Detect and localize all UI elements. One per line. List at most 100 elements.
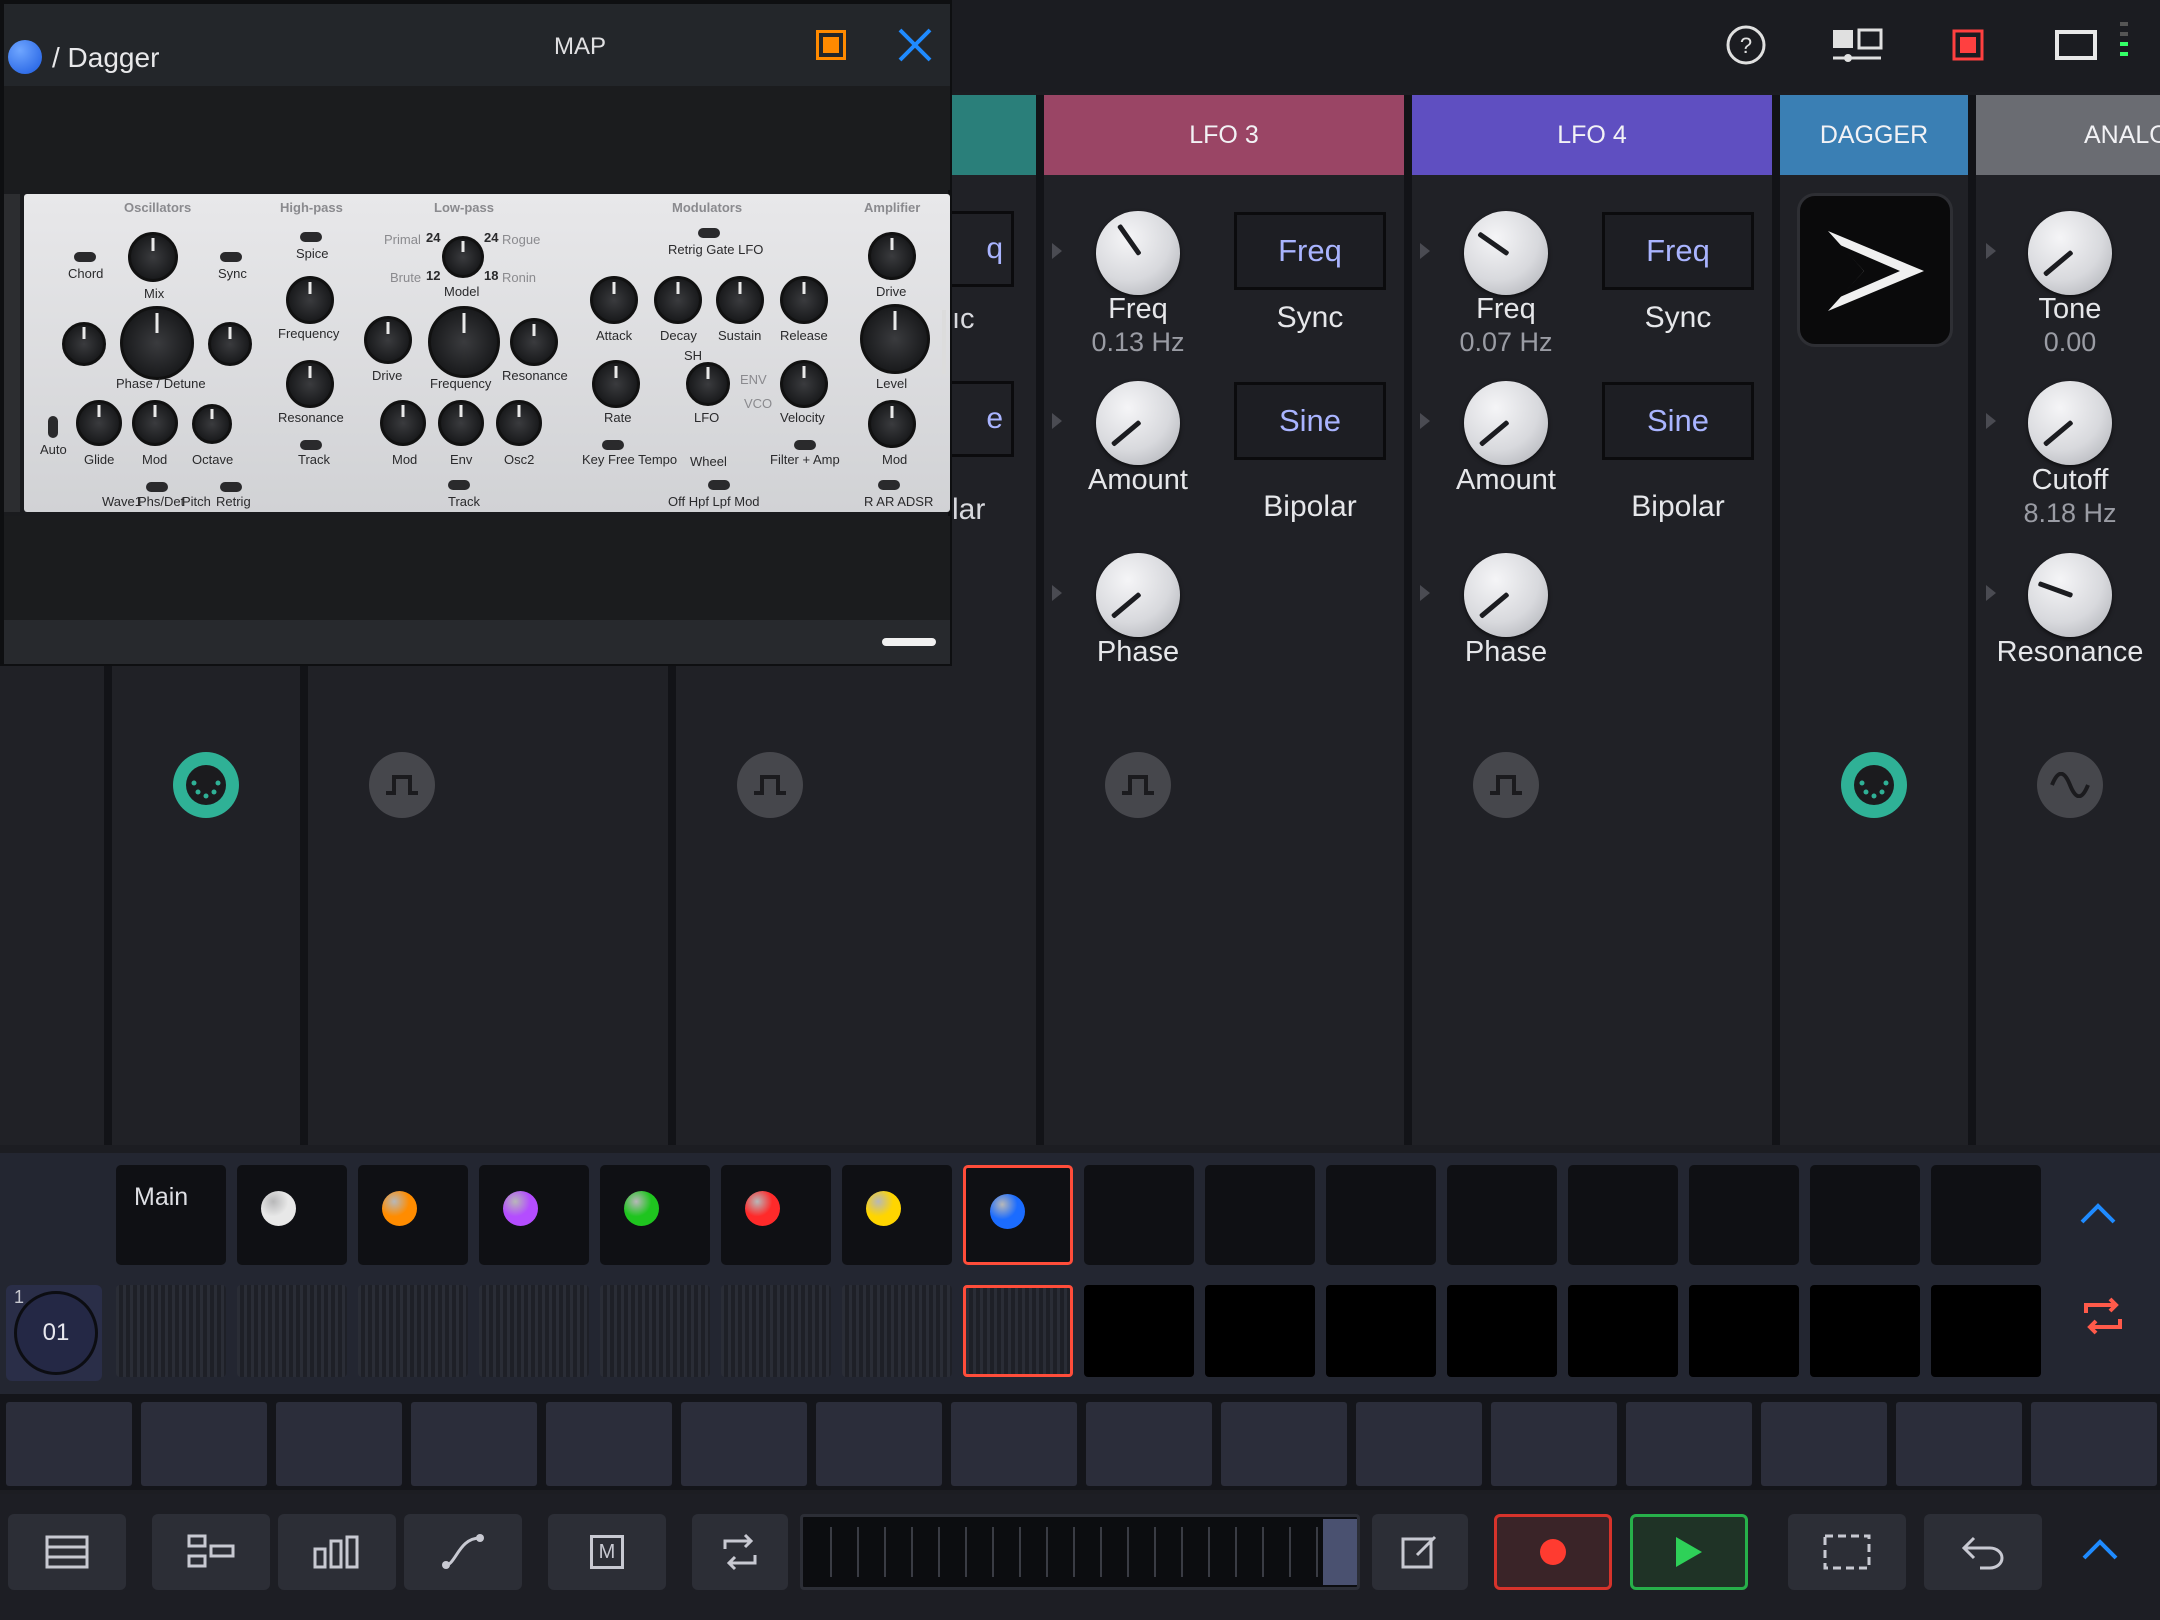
expand-arrow-icon[interactable] <box>1052 413 1062 429</box>
track-slot[interactable] <box>721 1165 831 1265</box>
keyboard-key[interactable] <box>1221 1402 1347 1486</box>
playhead-marker[interactable] <box>1323 1519 1357 1585</box>
curve-icon[interactable] <box>404 1514 522 1590</box>
expand-arrow-icon[interactable] <box>1986 243 1996 259</box>
pattern-slot[interactable] <box>358 1285 468 1377</box>
pattern-slot[interactable] <box>721 1285 831 1377</box>
lfo4-phase-knob[interactable] <box>1464 553 1548 637</box>
sync-switch[interactable] <box>220 252 242 262</box>
filter-amp-switch[interactable] <box>794 440 816 450</box>
pattern-slot[interactable] <box>1084 1285 1194 1377</box>
retrig-switch[interactable] <box>220 482 242 492</box>
list-icon[interactable] <box>8 1514 126 1590</box>
undo-icon[interactable] <box>1924 1514 2042 1590</box>
keyboard-key[interactable] <box>1896 1402 2022 1486</box>
square-wave-icon[interactable] <box>737 752 803 818</box>
loop-icon[interactable] <box>2080 1295 2126 1342</box>
lfo3-phase-knob[interactable] <box>1096 553 1180 637</box>
close-icon[interactable] <box>896 26 934 69</box>
keyboard-key[interactable] <box>1761 1402 1887 1486</box>
keyboard-key[interactable] <box>276 1402 402 1486</box>
track-slot[interactable] <box>600 1165 710 1265</box>
rate-knob[interactable] <box>592 360 640 408</box>
pattern-slot[interactable] <box>479 1285 589 1377</box>
track-slot[interactable] <box>479 1165 589 1265</box>
track-slot[interactable] <box>1689 1165 1799 1265</box>
pattern-slot[interactable] <box>1447 1285 1557 1377</box>
retrig-gate-lfo-switch[interactable] <box>698 228 720 238</box>
lp-osc2-knob[interactable] <box>496 400 542 446</box>
pattern-slot[interactable] <box>1810 1285 1920 1377</box>
amp-drive-knob[interactable] <box>868 232 916 280</box>
envelope-mode-switch[interactable] <box>878 480 900 490</box>
keyboard-key[interactable] <box>411 1402 537 1486</box>
mixer-icon[interactable] <box>152 1514 270 1590</box>
osc-mod-knob[interactable] <box>132 400 178 446</box>
stop-record-icon[interactable] <box>1936 20 2000 70</box>
lfo3-freq-knob[interactable] <box>1096 211 1180 295</box>
track-slot[interactable] <box>1447 1165 1557 1265</box>
lp-resonance-knob[interactable] <box>510 318 558 366</box>
attack-knob[interactable] <box>590 276 638 324</box>
expand-arrow-icon[interactable] <box>1986 413 1996 429</box>
track-slot[interactable] <box>963 1165 1073 1265</box>
lfo4-amount-knob[interactable] <box>1464 381 1548 465</box>
record-icon[interactable] <box>1494 1514 1612 1590</box>
track-slot[interactable] <box>1326 1165 1436 1265</box>
model-knob[interactable] <box>442 236 484 278</box>
glide-knob[interactable] <box>76 400 122 446</box>
pattern-slot[interactable] <box>237 1285 347 1377</box>
expand-arrow-icon[interactable] <box>1420 413 1430 429</box>
key-free-tempo-switch[interactable] <box>602 440 624 450</box>
lfo4-bipolar-label[interactable]: Bipolar <box>1602 490 1754 524</box>
lfo4-freq-knob[interactable] <box>1464 211 1548 295</box>
midi-icon[interactable] <box>1841 752 1907 818</box>
pattern-slot[interactable] <box>1568 1285 1678 1377</box>
analog-tone-knob[interactable] <box>2028 211 2112 295</box>
lfo3-wave-button[interactable]: Sine <box>1234 382 1386 460</box>
expand-arrow-icon[interactable] <box>1420 243 1430 259</box>
keyboard-key[interactable] <box>1626 1402 1752 1486</box>
m-icon[interactable]: M <box>548 1514 666 1590</box>
wave2-knob[interactable] <box>208 322 252 366</box>
analog-resonance-knob[interactable] <box>2028 553 2112 637</box>
keyboard-key[interactable] <box>951 1402 1077 1486</box>
keyboard-key[interactable] <box>1356 1402 1482 1486</box>
help-icon[interactable]: ? <box>1714 20 1778 70</box>
lfo4-wave-button[interactable]: Sine <box>1602 382 1754 460</box>
octave-knob[interactable] <box>192 404 232 444</box>
layout-icon[interactable] <box>1826 20 1890 70</box>
lfo3-bipolar-label[interactable]: Bipolar <box>1234 490 1386 524</box>
expand-arrow-icon[interactable] <box>1052 243 1062 259</box>
map-button[interactable]: MAP <box>554 33 606 61</box>
select-icon[interactable] <box>1788 1514 1906 1590</box>
track-slot[interactable] <box>842 1165 952 1265</box>
phase-detune-knob[interactable] <box>120 306 194 380</box>
lp-track-switch[interactable] <box>448 480 470 490</box>
pattern-slot[interactable] <box>116 1285 226 1377</box>
stop-icon[interactable] <box>816 30 846 60</box>
main-track-button[interactable]: Main <box>116 1165 226 1265</box>
home-indicator[interactable] <box>882 638 936 646</box>
edit-icon[interactable] <box>1372 1514 1468 1590</box>
lfo3-amount-knob[interactable] <box>1096 381 1180 465</box>
lp-env-knob[interactable] <box>438 400 484 446</box>
mix-knob[interactable] <box>128 232 178 282</box>
resize-handle[interactable] <box>942 310 946 374</box>
keyboard-key[interactable] <box>681 1402 807 1486</box>
pattern-slot[interactable] <box>1205 1285 1315 1377</box>
midi-icon[interactable] <box>173 752 239 818</box>
expand-arrow-icon[interactable] <box>1420 585 1430 601</box>
decay-knob[interactable] <box>654 276 702 324</box>
auto-switch[interactable] <box>48 416 58 438</box>
lp-mod-knob[interactable] <box>380 400 426 446</box>
track-slot[interactable] <box>1084 1165 1194 1265</box>
play-icon[interactable] <box>1630 1514 1748 1590</box>
hp-resonance-knob[interactable] <box>286 360 334 408</box>
keyboard-key[interactable] <box>2031 1402 2157 1486</box>
chevron-up-icon[interactable] <box>2080 1536 2120 1567</box>
lfo4-sync-mode-button[interactable]: Freq <box>1602 212 1754 290</box>
window-icon[interactable] <box>2044 20 2108 70</box>
loop-toggle-icon[interactable] <box>692 1514 788 1590</box>
keyboard-key[interactable] <box>546 1402 672 1486</box>
